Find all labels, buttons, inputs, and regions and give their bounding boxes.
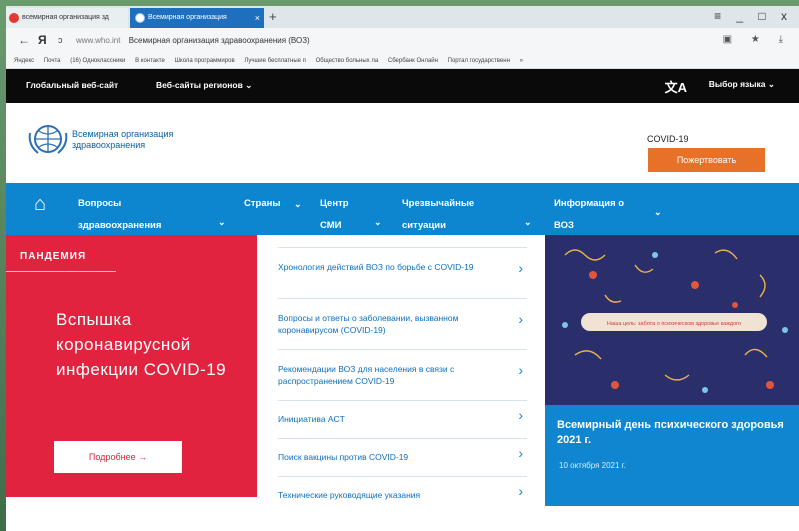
nav-item-label: Информация о ВОЗ — [554, 198, 625, 231]
who-logo-icon[interactable] — [26, 121, 70, 157]
chevron-down-icon: ⌄ — [524, 217, 532, 227]
nav-item-label: Чрезвычайные ситуации — [402, 198, 475, 231]
address-bar: ← Я ↄ www.who.int Всемирная организация … — [6, 28, 799, 55]
home-icon[interactable]: ⌂ — [34, 193, 46, 216]
nav-item-label: Страны — [244, 198, 281, 209]
address-actions[interactable]: ▣ ★ ⤓ — [723, 34, 791, 45]
bookmark-item[interactable]: Общество больных ла — [316, 58, 379, 64]
language-selector[interactable]: Выбор языка ⌄ — [709, 79, 775, 90]
tab-label: Всемирная организация — [148, 14, 227, 21]
back-arrow-icon[interactable]: ← — [18, 33, 30, 47]
divider — [6, 271, 116, 272]
close-tab-icon[interactable]: × — [255, 8, 260, 28]
bookmark-item[interactable]: Сбербанк Онлайн — [388, 58, 438, 64]
donate-button[interactable]: Пожертвовать — [648, 148, 765, 172]
mental-health-promo[interactable]: Наша цель: забота о психическом здоровье… — [545, 235, 799, 506]
chevron-down-icon: ⌄ — [218, 217, 226, 227]
nav-item-emergencies[interactable]: Чрезвычайные ситуации ⌄ — [402, 193, 542, 237]
reload-icon[interactable]: ↄ — [58, 35, 63, 45]
chevron-right-icon: › — [518, 362, 523, 378]
list-item[interactable]: Вопросы и ответы о заболевании, вызванно… — [278, 298, 527, 349]
bookmark-item[interactable]: В контакте — [135, 58, 165, 64]
global-site-link[interactable]: Глобальный веб-сайт — [26, 80, 118, 90]
nav-item-countries[interactable]: Страны ⌄ — [244, 193, 314, 215]
tab-bar: всемирная организация зд Всемирная орган… — [6, 6, 799, 28]
promo-title[interactable]: Всемирный день психического здоровья 202… — [557, 418, 787, 448]
bookmark-item[interactable]: (16) Одноклассники — [70, 58, 125, 64]
pandemic-card: ПАНДЕМИЯ Вспышка коронавирусной инфекции… — [6, 235, 257, 497]
list-item[interactable]: Технические руководящие указания › — [278, 476, 527, 514]
nav-item-about-who[interactable]: Информация о ВОЗ ⌄ — [554, 193, 674, 237]
window-controls[interactable]: ≡ _ □ x — [714, 9, 793, 23]
list-item-label: Поиск вакцины против COVID-19 — [278, 452, 409, 462]
site-header: Всемирная организация здравоохранения CO… — [6, 103, 799, 183]
nav-item-label: Вопросы здравоохранения — [78, 198, 162, 231]
bookmark-overflow[interactable]: » — [520, 58, 523, 64]
list-item-label: Технические руководящие указания — [278, 490, 421, 500]
yandex-button[interactable]: Я — [38, 33, 47, 47]
bookmark-item[interactable]: Яндекс — [14, 58, 34, 64]
translate-icon: 文A — [664, 80, 687, 95]
new-tab-button[interactable]: + — [269, 8, 277, 26]
mental-health-illustration: Наша цель: забота о психическом здоровье… — [545, 235, 799, 405]
logo-text: Всемирная организация здравоохранения — [72, 129, 174, 150]
browser-window: всемирная организация зд Всемирная орган… — [6, 6, 799, 531]
regional-sites-link[interactable]: Веб-сайты регионов ⌄ — [156, 80, 252, 91]
list-item[interactable]: Инициатива ACT › — [278, 400, 527, 438]
list-item-label: Рекомендации ВОЗ для населения в связи с… — [278, 364, 455, 386]
chevron-right-icon: › — [518, 407, 523, 423]
tab-search[interactable]: всемирная организация зд — [6, 8, 128, 28]
read-more-button[interactable]: Подробнее → — [54, 441, 182, 473]
chevron-down-icon: ⌄ — [245, 80, 253, 90]
list-item[interactable]: Поиск вакцины против COVID-19 › — [278, 438, 527, 476]
bookmark-item[interactable]: Портал государственн — [448, 58, 510, 64]
list-item-label: Вопросы и ответы о заболевании, вызванно… — [278, 313, 459, 335]
tab-label: всемирная организация зд — [22, 14, 109, 21]
bookmark-item[interactable]: Школа программиров — [175, 58, 235, 64]
site-top-nav: Глобальный веб-сайт Веб-сайты регионов ⌄… — [6, 69, 799, 103]
chevron-right-icon: › — [518, 445, 523, 461]
nav-item-media-centre[interactable]: Центр СМИ ⌄ — [320, 193, 390, 237]
nav-item-label: Центр СМИ — [320, 198, 349, 231]
bookmark-item[interactable]: Почта — [44, 58, 61, 64]
url-host: www.who.int — [76, 36, 121, 45]
promo-date: 10 октября 2021 г. — [559, 461, 626, 470]
chevron-right-icon: › — [518, 311, 523, 327]
pandemic-headline[interactable]: Вспышка коронавирусной инфекции COVID-19 — [56, 307, 246, 382]
covid-label: COVID-19 — [647, 134, 689, 144]
nav-item-health-topics[interactable]: Вопросы здравоохранения ⌄ — [78, 193, 228, 237]
list-item[interactable]: Рекомендации ВОЗ для населения в связи с… — [278, 349, 527, 400]
chevron-down-icon: ⌄ — [374, 217, 382, 227]
list-item-label: Инициатива ACT — [278, 414, 345, 424]
regional-sites-label: Веб-сайты регионов — [156, 80, 243, 90]
tab-who[interactable]: Всемирная организация × — [130, 8, 264, 28]
chevron-right-icon: › — [518, 260, 523, 276]
bookmarks-bar: Яндекс Почта (16) Одноклассники В контак… — [6, 54, 799, 69]
who-favicon-icon — [135, 13, 145, 23]
chevron-down-icon: ⌄ — [654, 207, 662, 217]
promo-banner-text: Наша цель: забота о психическом здоровье… — [607, 321, 741, 327]
chevron-down-icon: ⌄ — [294, 199, 302, 209]
url-field[interactable]: www.who.int Всемирная организация здраво… — [76, 33, 716, 49]
url-page-title: Всемирная организация здравоохранения (В… — [128, 36, 310, 45]
list-item-label: Хронология действий ВОЗ по борьбе с COVI… — [278, 262, 474, 272]
list-item[interactable]: Хронология действий ВОЗ по борьбе с COVI… — [278, 247, 527, 298]
main-nav: ⌂ Вопросы здравоохранения ⌄ Страны ⌄ Цен… — [6, 183, 799, 235]
bookmark-item[interactable]: Лучшие бесплатные п — [244, 58, 306, 64]
yandex-icon — [9, 13, 19, 23]
chevron-right-icon: › — [518, 483, 523, 499]
pandemic-tag: ПАНДЕМИЯ — [20, 251, 87, 262]
